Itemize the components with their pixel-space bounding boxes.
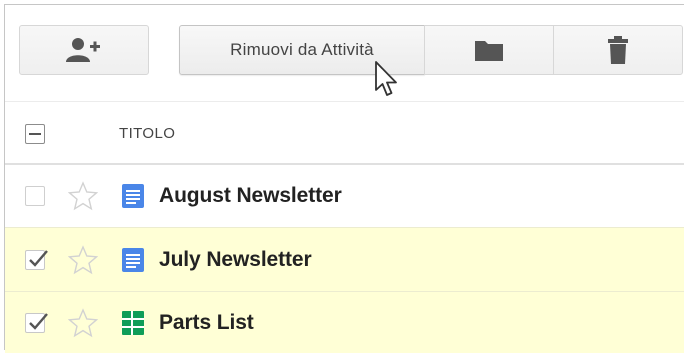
checkmark-icon [29, 312, 48, 330]
file-list-panel: Rimuovi da Attività TITOLO August Newsle… [4, 4, 684, 353]
star-icon[interactable] [68, 244, 98, 275]
star-icon[interactable] [68, 307, 98, 338]
row-checkbox[interactable] [25, 312, 48, 333]
item-name[interactable]: July Newsletter [159, 248, 312, 272]
select-all-checkbox[interactable] [25, 123, 45, 144]
doc-icon [122, 184, 144, 208]
folder-icon [475, 41, 503, 61]
list-item[interactable]: Parts List [5, 291, 684, 353]
delete-button[interactable] [553, 25, 683, 75]
doc-icon [122, 247, 144, 272]
add-person-icon [66, 38, 100, 62]
list-item[interactable]: July Newsletter [5, 227, 684, 291]
item-name[interactable]: Parts List [159, 311, 254, 335]
mouse-pointer-icon [375, 61, 397, 96]
toolbar: Rimuovi da Attività [5, 5, 684, 103]
row-checkbox[interactable] [25, 249, 48, 270]
checkmark-icon [29, 249, 48, 267]
title-column-header[interactable]: TITOLO [119, 125, 175, 142]
move-to-folder-button[interactable] [424, 25, 554, 75]
trash-icon [608, 36, 628, 64]
sheet-icon [122, 310, 144, 335]
row-checkbox[interactable] [25, 186, 45, 206]
item-name[interactable]: August Newsletter [159, 184, 342, 208]
remove-from-activity-label: Rimuovi da Attività [230, 40, 374, 59]
list-header: TITOLO [5, 101, 684, 165]
list-item[interactable]: August Newsletter [5, 163, 684, 227]
star-icon[interactable] [68, 181, 98, 211]
add-people-button[interactable] [19, 25, 149, 75]
